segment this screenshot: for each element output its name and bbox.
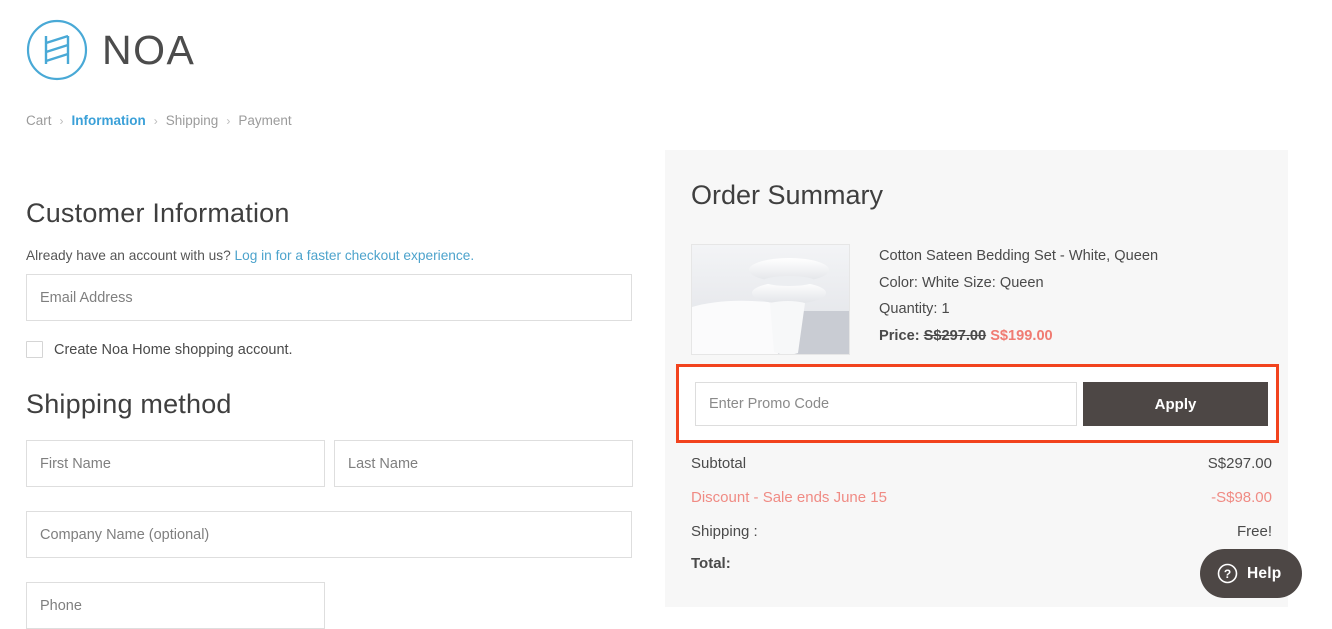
order-summary-panel: Order Summary Cotton Sateen Bedding Set … bbox=[665, 150, 1288, 607]
promo-code-highlight-box: Enter Promo Code Apply bbox=[676, 364, 1279, 443]
discount-label: Discount - Sale ends June 15 bbox=[691, 489, 887, 506]
brand-wordmark: NOA bbox=[102, 26, 196, 73]
last-name-field[interactable]: Last Name bbox=[334, 440, 633, 487]
breadcrumb-separator-icon: › bbox=[59, 113, 64, 128]
phone-field[interactable]: Phone bbox=[26, 582, 325, 629]
product-variant: Color: White Size: Queen bbox=[879, 274, 1044, 291]
discount-row: Discount - Sale ends June 15 -S$98.00 bbox=[691, 489, 1272, 506]
product-price-row: Price: S$297.00 S$199.00 bbox=[879, 323, 1274, 350]
subtotal-value: S$297.00 bbox=[1207, 455, 1272, 472]
shipping-row: Shipping : Free! bbox=[691, 523, 1272, 540]
question-mark-circle-icon: ? bbox=[1217, 563, 1238, 584]
breadcrumb: Cart › Information › Shipping › Payment bbox=[26, 113, 292, 128]
breadcrumb-item-cart[interactable]: Cart bbox=[26, 113, 52, 128]
customer-information-heading: Customer Information bbox=[26, 198, 290, 228]
breadcrumb-item-payment[interactable]: Payment bbox=[238, 113, 291, 128]
order-summary-title: Order Summary bbox=[691, 180, 884, 210]
checkout-form-column: NOA Cart › Information › Shipping › Paym… bbox=[0, 0, 665, 629]
price-original: S$297.00 bbox=[923, 327, 987, 344]
subtotal-label: Subtotal bbox=[691, 455, 747, 472]
create-account-label: Create Noa Home shopping account. bbox=[54, 341, 293, 358]
breadcrumb-item-shipping[interactable]: Shipping bbox=[166, 113, 219, 128]
breadcrumb-separator-icon: › bbox=[153, 113, 158, 128]
company-name-field[interactable]: Company Name (optional) bbox=[26, 511, 632, 558]
noa-circle-monogram-icon bbox=[26, 19, 88, 81]
subtotal-row: Subtotal S$297.00 bbox=[691, 455, 1272, 472]
login-link[interactable]: Log in for a faster checkout experience. bbox=[235, 248, 475, 263]
price-current: S$199.00 bbox=[990, 327, 1053, 344]
promo-code-input[interactable]: Enter Promo Code bbox=[695, 382, 1077, 426]
total-row: Total: S bbox=[691, 555, 1272, 572]
brand-logo[interactable]: NOA bbox=[26, 19, 195, 81]
breadcrumb-separator-icon: › bbox=[226, 113, 231, 128]
product-name: Cotton Sateen Bedding Set - White, Queen bbox=[879, 248, 1159, 264]
product-image bbox=[692, 245, 849, 354]
apply-promo-button[interactable]: Apply bbox=[1083, 382, 1268, 426]
shipping-label: Shipping : bbox=[691, 523, 758, 540]
product-details: Cotton Sateen Bedding Set - White, Queen… bbox=[879, 243, 1274, 349]
create-account-checkbox-row[interactable]: Create Noa Home shopping account. bbox=[26, 341, 293, 358]
svg-text:?: ? bbox=[1224, 567, 1231, 581]
price-label: Price: bbox=[879, 327, 920, 344]
discount-value: -S$98.00 bbox=[1211, 489, 1272, 506]
account-prompt-text: Already have an account with us? bbox=[26, 248, 231, 263]
shipping-method-heading: Shipping method bbox=[26, 389, 232, 419]
product-quantity: Quantity: 1 bbox=[879, 301, 950, 317]
breadcrumb-item-information[interactable]: Information bbox=[72, 113, 146, 128]
total-label: Total: bbox=[691, 555, 731, 572]
help-widget-label: Help bbox=[1247, 564, 1282, 582]
shipping-value: Free! bbox=[1236, 523, 1272, 540]
email-field[interactable]: Email Address bbox=[26, 274, 632, 321]
help-widget-button[interactable]: ? Help bbox=[1200, 549, 1303, 598]
first-name-field[interactable]: First Name bbox=[26, 440, 325, 487]
existing-account-prompt: Already have an account with us? Log in … bbox=[26, 248, 474, 263]
product-thumbnail bbox=[691, 244, 850, 355]
create-account-checkbox[interactable] bbox=[26, 341, 43, 358]
